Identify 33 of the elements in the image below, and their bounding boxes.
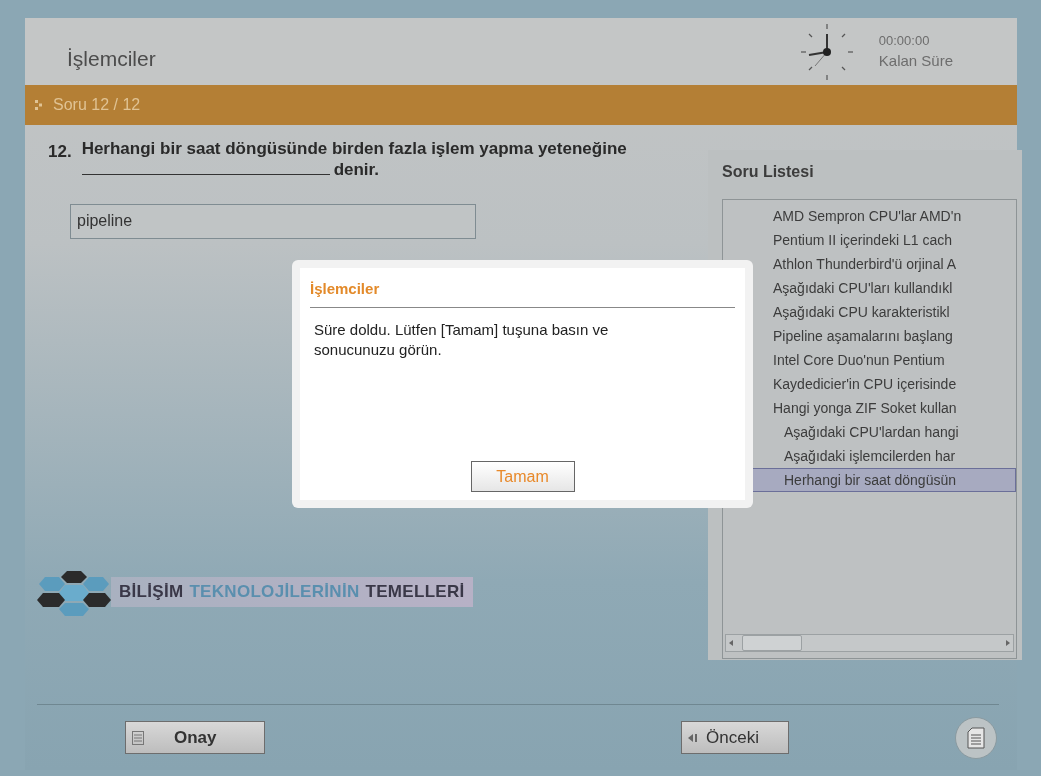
logo-word: BİLİŞİM [119,581,184,604]
panel-title: Soru Listesi [722,162,815,182]
question-list-item[interactable]: Intel Core Duo'nun Pentium [723,348,1016,372]
dialog-title: İşlemciler [310,278,735,308]
document-icon [967,726,985,749]
question-list-item[interactable]: AMD Sempron CPU'lar AMD'n [723,204,1016,228]
answer-field[interactable]: pipeline [70,204,476,239]
question-list-item[interactable]: Pipeline aşamalarını başlang [723,324,1016,348]
bullet-icon [35,100,43,110]
dialog-message: Süre doldu. Lütfen [Tamam] tuşuna basın ve sonucunuzu görün. [313,319,610,360]
timer-value: 00:00:00 [878,31,931,50]
logo-word: TEKNOLOJİLERİNİN [189,581,360,604]
clock-icon [798,21,855,82]
timer-label: Kalan Süre [878,51,953,71]
question-list-item[interactable]: Kaydedicier'in CPU içerisinde [723,372,1016,396]
list-icon [132,730,144,745]
scroll-thumb[interactable] [742,635,802,651]
confirm-button[interactable]: Onay [125,721,265,754]
previous-button[interactable]: Önceki [681,721,789,754]
horizontal-scrollbar[interactable] [725,634,1014,652]
question-list-item[interactable]: Aşağıdaki işlemcilerden har [723,444,1016,468]
question-list-item[interactable]: Athlon Thunderbird'ü orjinal A [723,252,1016,276]
question-list-item[interactable]: Hangi yonga ZIF Soket kullan [723,396,1016,420]
document-button[interactable] [955,716,997,759]
previous-icon [688,732,698,743]
logo-word: TEMELLERİ [365,581,465,604]
question-counter: Soru 12 / 12 [53,95,141,115]
question-text-end: denir. [333,160,379,179]
question-text: Herhangi bir saat döngüsünde birden fazla işlem yapma yeteneğine [81,139,627,158]
question-list-item[interactable]: Aşağıdaki CPU'lardan hangi [723,420,1016,444]
page-title: İşlemciler [67,45,156,72]
question-number: 12. [48,141,72,163]
question-list-item[interactable]: Pentium II içerindeki L1 cach [723,228,1016,252]
